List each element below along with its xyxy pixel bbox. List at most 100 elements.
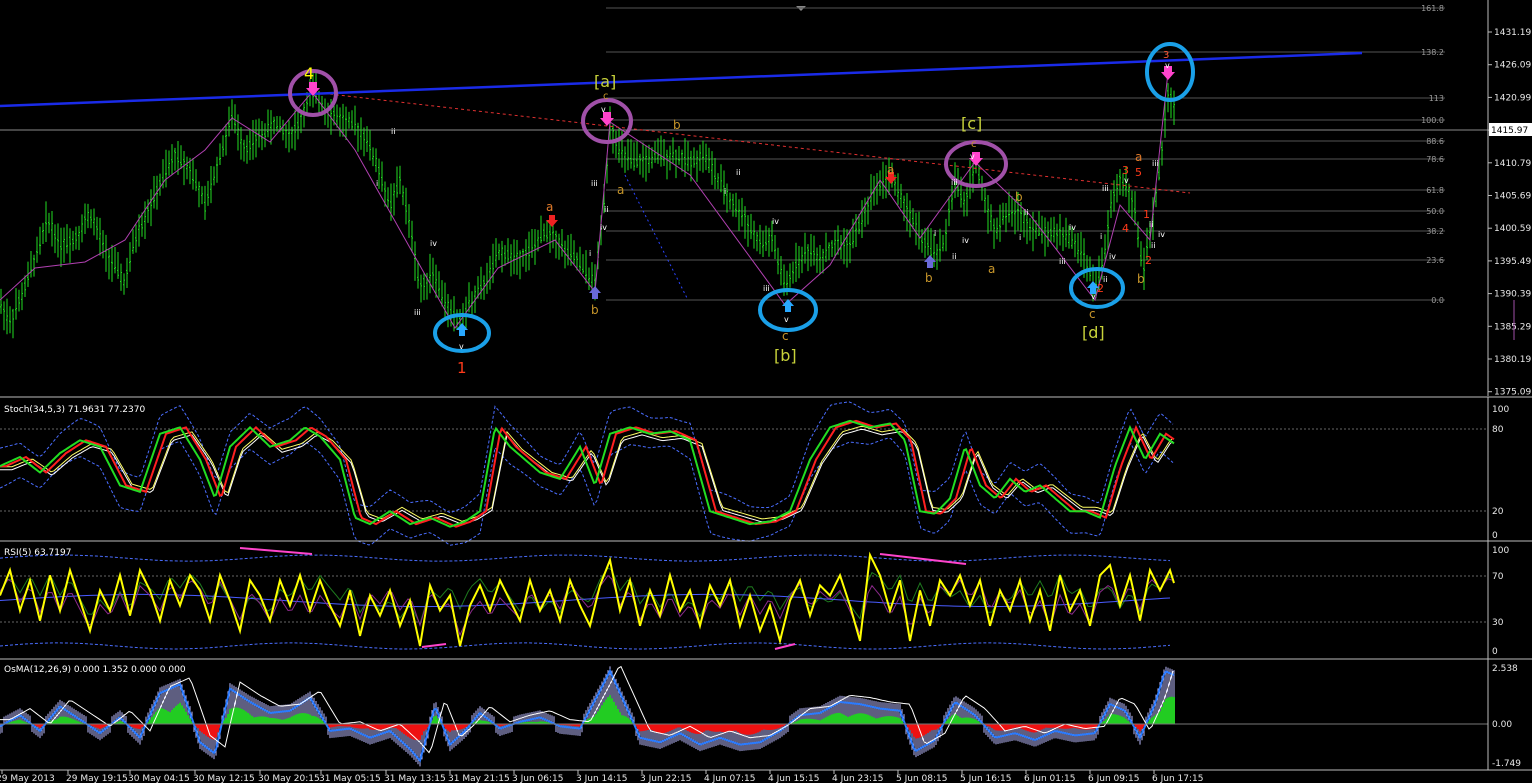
minor-label: ii	[1024, 208, 1028, 217]
price-panel[interactable]: 161.8138.2113100.088.678.661.850.038.223…	[0, 0, 1532, 398]
fib-level-label: 38.2	[1426, 227, 1444, 236]
minor-label: iv	[1069, 223, 1076, 232]
wave-label-3-top: 3	[1163, 50, 1169, 61]
time-tick-label: 30 May 12:15	[193, 774, 255, 783]
fib-level-label: 0.0	[1431, 296, 1444, 305]
stoch-level-100-label: 100	[1492, 405, 1509, 415]
wave-label-b: b	[591, 303, 599, 317]
wave-label-c: c	[971, 139, 977, 150]
price-tick-label: 1405.69	[1494, 192, 1531, 202]
minor-label: i	[934, 229, 936, 238]
price-tick-label: 1380.19	[1494, 355, 1531, 365]
minor-label: i	[1019, 233, 1021, 242]
price-tick-label: 1400.59	[1494, 224, 1531, 234]
time-tick-label: 6 Jun 17:15	[1152, 774, 1203, 783]
rsi-title: RSI(5) 63.7197	[4, 548, 71, 558]
minor-label: iii	[1152, 159, 1159, 168]
wave-label-a: a	[988, 262, 995, 276]
minor-label: v	[784, 315, 789, 324]
osma-level-max-label: 2.538	[1492, 664, 1518, 674]
stoch-level-80-label: 80	[1492, 425, 1504, 435]
price-tick-label: 1426.09	[1494, 61, 1531, 71]
minor-label: iii	[1102, 184, 1109, 193]
minor-label: iv	[1109, 252, 1116, 261]
time-tick-label: 3 Jun 22:15	[640, 774, 691, 783]
minor-label: ii	[1149, 220, 1153, 229]
fib-level-label: 88.6	[1426, 137, 1444, 146]
time-tick-label: 31 May 21:15	[448, 774, 510, 783]
rsi-level-70-label: 70	[1492, 572, 1504, 582]
minor-label: ii	[952, 252, 956, 261]
fib-level-label: 23.6	[1426, 256, 1444, 265]
minor-label: iii	[414, 308, 421, 317]
time-tick-label: 29 May 19:15	[66, 774, 128, 783]
price-tick-label: 1390.39	[1494, 290, 1531, 300]
minor-label: iv	[600, 223, 607, 232]
fib-level-label: 161.8	[1421, 4, 1444, 13]
wave-label-b: b	[925, 271, 933, 285]
time-tick-label: 5 Jun 16:15	[960, 774, 1011, 783]
minor-label: ii	[1151, 241, 1155, 250]
price-tick-label: 1375.09	[1494, 388, 1531, 398]
wave-label-bracket-c: [c]	[961, 114, 982, 133]
wave-label-c: c	[603, 91, 609, 102]
minor-label: iii	[591, 179, 598, 188]
price-tick-label: 1420.99	[1494, 93, 1531, 103]
osma-level-min-label: -1.749	[1492, 759, 1521, 769]
minor-label: i	[376, 179, 378, 188]
fib-level-label: 50.0	[1426, 207, 1444, 216]
stoch-level-0-label: 0	[1492, 531, 1498, 541]
minor-label: v	[601, 105, 606, 114]
wave-label-a: a	[1135, 150, 1142, 164]
stoch-title: Stoch(34,5,3) 71.9631 77.2370	[4, 405, 145, 415]
minor-label: iv	[430, 239, 437, 248]
price-tick-label: 1410.79	[1494, 159, 1531, 169]
rsi-level-0-label: 0	[1492, 647, 1498, 657]
fib-level-label: 61.8	[1426, 186, 1444, 195]
time-tick-label: 4 Jun 15:15	[768, 774, 819, 783]
wave-label-c: c	[782, 329, 789, 343]
wave-label-4: 4	[1122, 222, 1129, 235]
wave-label-a: a	[887, 163, 894, 177]
fib-level-label: 78.6	[1426, 155, 1444, 164]
chart-canvas[interactable]: 161.8138.2113100.088.678.661.850.038.223…	[0, 0, 1532, 783]
minor-label: v	[459, 342, 464, 351]
time-tick-label: 3 Jun 06:15	[512, 774, 563, 783]
minor-label: v	[1124, 176, 1129, 185]
wave-label-bracket-b: [b]	[774, 346, 797, 365]
wave-label-1: 1	[457, 359, 467, 377]
time-tick-label: 31 May 13:15	[384, 774, 446, 783]
wave-label-a: a	[617, 183, 624, 197]
time-tick-label: 30 May 20:15	[258, 774, 320, 783]
minor-label: v	[970, 152, 975, 161]
minor-label: v	[1165, 61, 1170, 70]
minor-label: i	[589, 249, 591, 258]
time-tick-label: 31 May 05:15	[319, 774, 381, 783]
price-tick-label: 1395.49	[1494, 257, 1531, 267]
wave-label-c: c	[1089, 307, 1096, 321]
time-tick-label: 29 May 2013	[0, 774, 55, 783]
minor-label: iii	[763, 284, 770, 293]
time-tick-label: 6 Jun 09:15	[1088, 774, 1139, 783]
minor-label: iii	[1059, 257, 1066, 266]
osma-level-zero-label: 0.00	[1492, 720, 1512, 730]
wave-label-bracket-a: [a]	[594, 72, 616, 91]
time-tick-label: 6 Jun 01:15	[1024, 774, 1075, 783]
wave-label-2: 2	[1145, 254, 1152, 267]
wave-label-b: b	[1137, 272, 1145, 286]
minor-label: ii	[736, 168, 740, 177]
minor-label: v	[1091, 292, 1096, 301]
current-price-label: 1415.97	[1491, 126, 1528, 136]
time-tick-label: 5 Jun 08:15	[896, 774, 947, 783]
minor-label: iv	[772, 217, 779, 226]
wave-label-bracket-d: [d]	[1082, 323, 1105, 342]
fib-level-label: 138.2	[1421, 48, 1444, 57]
wave-label-b: b	[1015, 190, 1023, 204]
price-tick-label: 1431.19	[1494, 28, 1531, 38]
minor-label: ii	[391, 127, 395, 136]
minor-label: iii	[951, 178, 958, 187]
time-tick-label: 4 Jun 07:15	[704, 774, 755, 783]
time-tick-label: 30 May 04:15	[128, 774, 190, 783]
minor-label: i	[724, 187, 726, 196]
minor-label: ii	[1103, 275, 1107, 284]
